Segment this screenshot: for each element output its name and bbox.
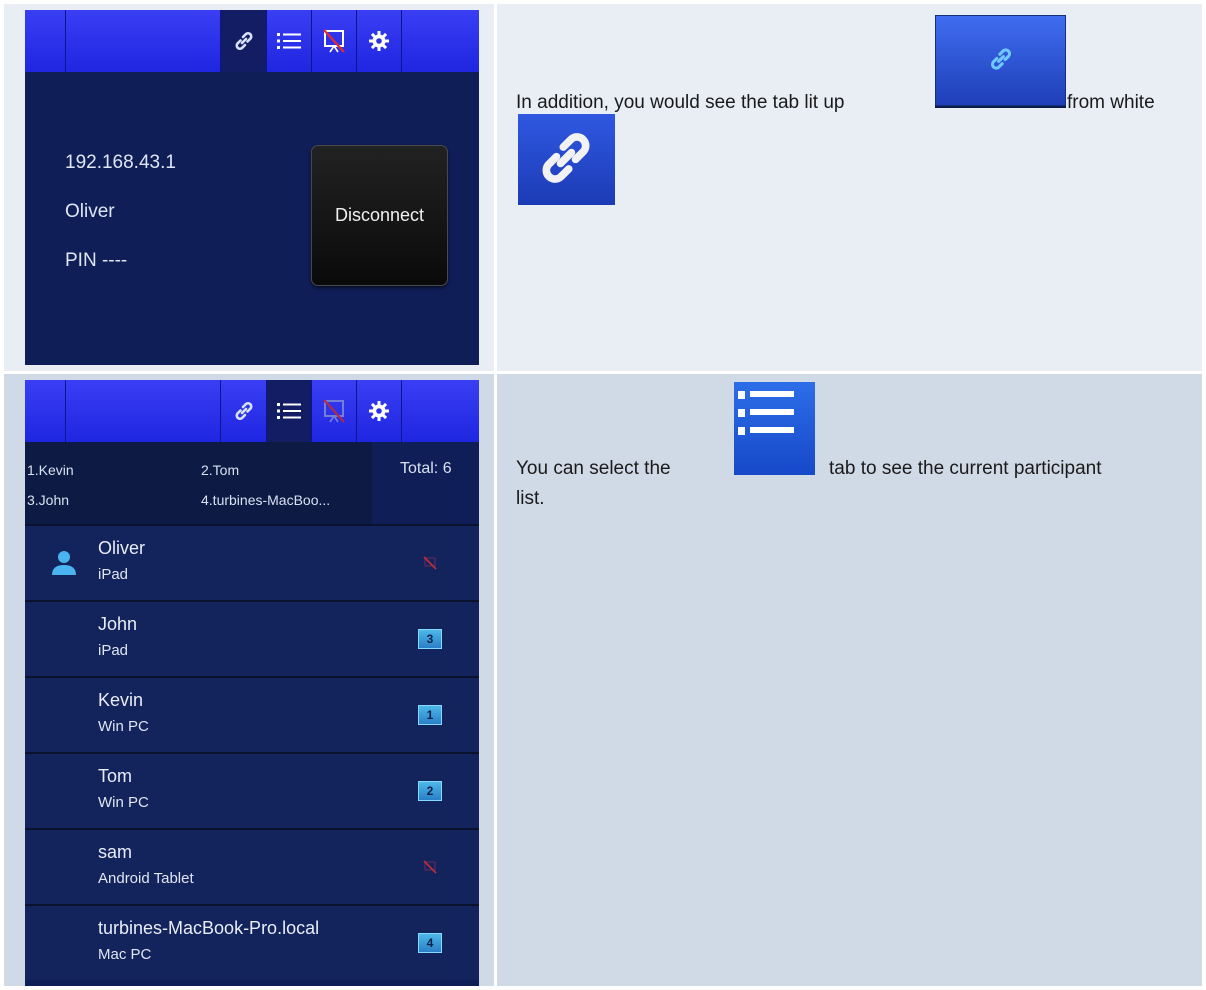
- text-tab-lit-up: In addition, you would see the tab lit u…: [516, 92, 845, 113]
- participant-name: Kevin: [98, 690, 144, 710]
- no-share-icon: [423, 860, 437, 874]
- tab-settings[interactable]: [357, 380, 401, 442]
- link-tab-white-image: [518, 114, 615, 205]
- pin-label: PIN ----: [65, 250, 128, 271]
- tab-list[interactable]: [267, 10, 311, 72]
- text-from-white: from white: [1067, 92, 1155, 113]
- participant-device: Android Tablet: [98, 870, 194, 887]
- participant-name: turbines-MacBook-Pro.local: [98, 918, 320, 938]
- participant-name: John: [98, 614, 138, 634]
- no-share-icon: [423, 556, 437, 570]
- list-icon: [277, 403, 301, 419]
- gear-icon: [369, 401, 389, 421]
- cell-panel-participants: 1.Kevin 2.Tom 3.John 4.turbines-MacBoo..…: [4, 374, 494, 986]
- tab-list[interactable]: [267, 380, 311, 442]
- participant-name: Oliver: [98, 538, 146, 558]
- screen-number-badge: 4: [418, 933, 442, 953]
- text-list: list.: [516, 488, 545, 509]
- user-name: Oliver: [65, 201, 115, 222]
- link-icon: [542, 133, 590, 183]
- no-projection-icon: [323, 29, 345, 53]
- participant-device: iPad: [98, 642, 129, 659]
- screen-summary: 1.Kevin 2.Tom 3.John 4.turbines-MacBoo..…: [25, 442, 479, 524]
- participant-device: Win PC: [98, 794, 149, 811]
- screen-number-badge: 2: [418, 781, 442, 801]
- disconnect-button[interactable]: Disconnect: [311, 145, 448, 286]
- total-column: [372, 442, 479, 524]
- participant-device: Win PC: [98, 718, 149, 735]
- text-tab-to-see: tab to see the current participant: [829, 458, 1102, 479]
- list-item[interactable]: Kevin Win PC 1: [25, 676, 479, 752]
- summary-item: 3.John: [27, 492, 70, 508]
- list-tab-image: [734, 382, 815, 475]
- list-icon: [277, 33, 301, 49]
- user-icon: [52, 551, 76, 575]
- cell-text-participants: You can select the tab to see the curren…: [497, 374, 1202, 986]
- participant-name: sam: [98, 842, 133, 862]
- list-item[interactable]: sam Android Tablet: [25, 828, 479, 904]
- summary-item: 4.turbines-MacBoo...: [201, 492, 331, 508]
- list-item[interactable]: Tom Win PC 2: [25, 752, 479, 828]
- summary-item: 2.Tom: [201, 462, 240, 478]
- list-item[interactable]: turbines-MacBook-Pro.local Mac PC 4: [25, 904, 479, 980]
- link-tab-lit-image: [935, 15, 1066, 106]
- participants-panel: 1.Kevin 2.Tom 3.John 4.turbines-MacBoo..…: [25, 380, 479, 986]
- participant-device: Mac PC: [98, 946, 152, 963]
- tab-projection[interactable]: [312, 380, 356, 442]
- tab-link[interactable]: [221, 10, 266, 72]
- tab-settings[interactable]: [357, 10, 401, 72]
- link-icon: [235, 402, 252, 420]
- list-item[interactable]: Oliver iPad: [25, 524, 479, 600]
- gear-icon: [369, 31, 389, 51]
- cell-panel-connection: 192.168.43.1 Oliver PIN ---- Disconnect: [4, 4, 494, 371]
- tab-link[interactable]: [221, 380, 266, 442]
- total-count: Total: 6: [400, 460, 452, 477]
- text-select-the: You can select the: [516, 458, 671, 479]
- connection-panel: 192.168.43.1 Oliver PIN ---- Disconnect: [25, 10, 479, 365]
- list-item[interactable]: John iPad 3: [25, 600, 479, 676]
- link-icon: [990, 48, 1012, 70]
- tab-projection[interactable]: [312, 10, 356, 72]
- tab-bar: [25, 10, 479, 72]
- link-icon: [235, 32, 252, 50]
- screen-number-badge: 1: [418, 705, 442, 725]
- no-projection-icon: [323, 399, 345, 423]
- summary-item: 1.Kevin: [27, 462, 74, 478]
- tab-bar: [25, 380, 479, 442]
- cell-text-connection: In addition, you would see the tab lit u…: [497, 4, 1202, 371]
- participant-name: Tom: [98, 766, 133, 786]
- list-icon: [738, 391, 794, 435]
- participant-device: iPad: [98, 566, 129, 583]
- screen-number-badge: 3: [418, 629, 442, 649]
- ip-address: 192.168.43.1: [65, 152, 176, 173]
